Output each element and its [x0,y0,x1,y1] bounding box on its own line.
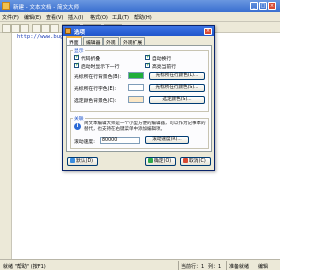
app-icon [2,2,10,10]
dialog-close-button[interactable]: × [204,27,212,35]
highlight-line-checkbox[interactable]: ✓ [145,61,151,68]
cursor-line-bg-swatch[interactable] [128,72,144,79]
code-folding-checkbox[interactable]: ✓ [74,53,80,60]
code-folding-label: 代码折叠 [81,57,101,62]
dialog-title: 选项 [74,30,86,36]
cursor-line-bg-button[interactable]: 光标所在行颜色(L)... [149,72,205,80]
menu-help[interactable]: 帮助(H) [134,14,152,21]
ok-button-label: 确定(O) [154,159,172,164]
info-icon: i [74,123,81,130]
check-icon: ✓ [146,61,151,68]
menu-format[interactable]: 格式(O) [90,14,108,21]
word-wrap-checkbox[interactable]: ✓ [145,53,151,60]
status-message: 就绪 "帮助" (按F1) [3,263,46,270]
default-icon [70,158,75,163]
minimize-button[interactable]: _ [250,2,258,10]
status-edit-mode: 编辑 [258,263,269,270]
options-dialog: 选项 × 界面 编辑器 外观 外观扩展 显示 ✓ 代码折叠 ✓ 自动换行 ✓ 启… [62,25,215,171]
highlight-line-label: 高亮当前行 [152,65,176,70]
tab-panel: 显示 ✓ 代码折叠 ✓ 自动换行 ✓ 启动时显示下一行 ✓ 高亮当前行 光标所在… [66,45,212,152]
status-separator [178,261,179,270]
save-file-icon[interactable] [20,24,29,33]
show-next-line-checkbox[interactable]: ✓ [74,61,80,68]
scroll-speed-button[interactable]: 滚动速度(R)... [145,136,189,144]
cancel-button-label: 取消(C) [189,159,206,164]
cursor-line-fg-swatch[interactable] [128,84,144,91]
new-file-icon[interactable] [2,24,11,33]
default-button-label: 默认(D) [76,159,94,164]
show-next-line-label: 启动时显示下一行 [81,65,120,70]
dialog-title-bar[interactable] [63,26,214,36]
word-wrap-label: 自动换行 [152,57,172,62]
menu-bar: 文件(F) 编辑(E) 查看(V) 插入(I) 格式(O) 工具(T) 帮助(H… [0,12,280,22]
selection-bg-button[interactable]: 选定颜色(S)... [149,96,205,104]
association-description: 简文本编辑大师是一个小型方便的编辑器，可以作为记事本的替代，也支持在右键菜单中添… [84,121,206,132]
status-separator [226,261,227,270]
selection-bg-label: 选定颜色背景色(C): [74,99,117,104]
status-bar: 就绪 "帮助" (按F1) 当前行：1 列：1 准备就绪 编辑 [0,259,280,270]
dialog-icon [65,28,71,34]
menu-edit[interactable]: 编辑(E) [24,14,41,21]
close-button[interactable]: × [268,2,276,10]
status-column: 列：1 [208,263,222,270]
menu-view[interactable]: 查看(V) [46,14,63,21]
check-icon: ✓ [75,61,80,68]
cancel-icon [183,158,188,163]
cancel-button[interactable]: 取消(C) [180,157,211,166]
selection-bg-swatch[interactable] [128,96,144,103]
cursor-line-bg-label: 光标所在行背景色(B): [74,75,122,80]
copy-icon[interactable] [41,24,50,33]
cut-icon[interactable] [32,24,41,33]
scroll-speed-input[interactable]: 80000 [100,137,140,144]
association-group-label: 关联 [73,115,85,122]
check-icon: ✓ [75,53,80,60]
cursor-line-fg-label: 光标所在行字色(E): [74,87,116,92]
paste-icon[interactable] [50,24,59,33]
window-title: 新建 - 文本文档 - 简文大师 [13,4,79,11]
scroll-speed-label: 滚动速度: [74,140,95,145]
menu-tools[interactable]: 工具(T) [112,14,129,21]
check-icon: ✓ [146,53,151,60]
menu-file[interactable]: 文件(F) [2,14,19,21]
default-button[interactable]: 默认(D) [67,157,98,166]
status-mode: 准备就绪 [229,263,250,270]
menu-insert[interactable]: 插入(I) [68,14,83,21]
status-line: 当前行：1 [181,263,205,270]
line-number-gutter [0,33,12,259]
ok-icon [148,158,153,163]
ok-button[interactable]: 确定(O) [145,157,176,166]
cursor-line-fg-button[interactable]: 光标所在行颜色(S)... [149,84,205,92]
open-file-icon[interactable] [11,24,20,33]
maximize-button[interactable]: □ [259,2,267,10]
